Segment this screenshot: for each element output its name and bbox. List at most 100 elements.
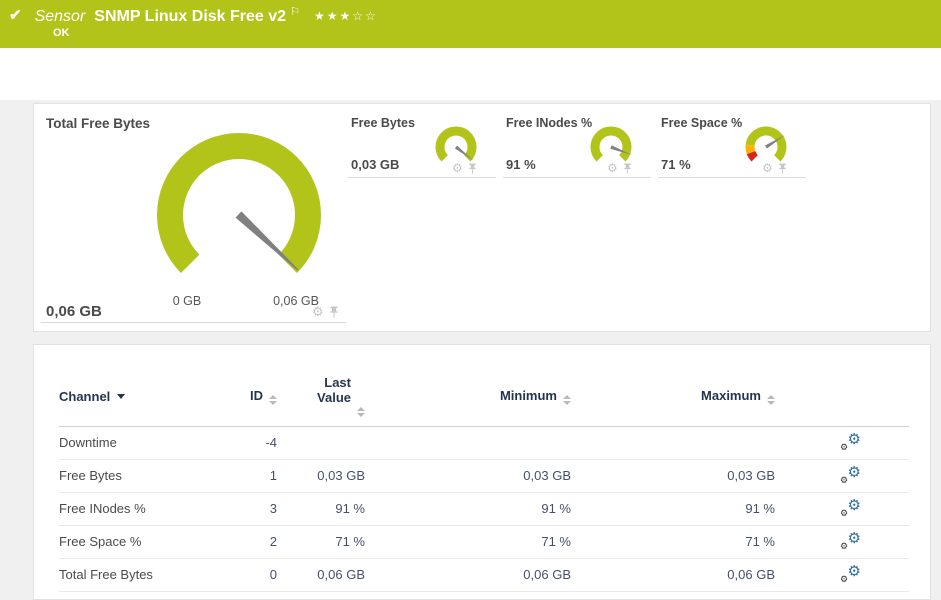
gauge-title: Free Bytes xyxy=(351,116,415,130)
gauge-settings-gear-icon[interactable]: ⚙ xyxy=(452,162,463,174)
edit-channel-icon[interactable]: ⚙ ⚙ xyxy=(840,463,861,485)
divider xyxy=(503,177,651,178)
edit-channel-icon[interactable]: ⚙ ⚙ xyxy=(840,562,861,584)
pin-icon[interactable] xyxy=(623,163,632,174)
column-header-channel[interactable]: Channel xyxy=(59,367,209,427)
column-header-channel-label: Channel xyxy=(59,388,111,404)
channel-id: 2 xyxy=(209,525,277,559)
primary-gauge[interactable] xyxy=(129,115,349,305)
prtg-sensor-page: ✔ Sensor SNMP Linux Disk Free v2 ⚐ ★★★☆☆… xyxy=(0,0,941,600)
stars-filled[interactable]: ★★★ xyxy=(314,9,352,23)
small-gear-icon: ⚙ xyxy=(840,507,849,518)
channel-last-value: 0,03 GB xyxy=(277,459,365,493)
gauge-panel-free-space: Free Space % 71 % ⚙ xyxy=(658,104,806,333)
stars-empty[interactable]: ☆☆ xyxy=(352,9,378,23)
edit-channel-icon[interactable]: ⚙ ⚙ xyxy=(840,430,861,452)
channel-table-card: Channel ID Last Value Minimum Maximum Do… xyxy=(33,344,931,600)
status-check-icon: ✔ xyxy=(9,7,22,24)
channel-id: 0 xyxy=(209,558,277,592)
gauge-value: 0,03 GB xyxy=(351,157,400,172)
gauge-title: Free INodes % xyxy=(506,116,593,130)
channel-last-value: 0,06 GB xyxy=(277,558,365,592)
small-gear-icon: ⚙ xyxy=(840,474,849,485)
big-gear-icon: ⚙ xyxy=(847,463,861,481)
pin-icon[interactable] xyxy=(329,306,339,318)
channel-name: Downtime xyxy=(59,426,209,460)
channel-maximum xyxy=(571,426,775,460)
channel-name: Free Space % xyxy=(59,525,209,559)
table-row: Downtime -4 ⚙ ⚙ xyxy=(59,426,909,460)
small-gear-icon: ⚙ xyxy=(840,441,849,452)
small-gear-icon: ⚙ xyxy=(840,540,849,551)
gauge-settings-gear-icon[interactable]: ⚙ xyxy=(607,162,618,174)
channel-name: Free Bytes xyxy=(59,459,209,493)
channel-maximum: 71 % xyxy=(571,525,775,559)
channel-maximum: 91 % xyxy=(571,492,775,526)
channel-minimum: 0,03 GB xyxy=(365,459,571,493)
table-header-row: Channel ID Last Value Minimum Maximum xyxy=(59,367,909,427)
edit-channel-icon[interactable]: ⚙ ⚙ xyxy=(840,529,861,551)
sort-caret-icon xyxy=(117,393,126,399)
sensor-kind-label: Sensor xyxy=(34,8,86,25)
channel-minimum xyxy=(365,426,571,460)
column-header-edit xyxy=(775,367,909,427)
channel-maximum: 0,06 GB xyxy=(571,558,775,592)
gauge-needle xyxy=(235,211,299,271)
channel-name: Total Free Bytes xyxy=(59,558,209,592)
tab-bar: Overview Live Data 2 days 30 days 365 da… xyxy=(0,48,941,139)
small-gear-icon: ⚙ xyxy=(840,573,849,584)
edit-channel-icon[interactable]: ⚙ ⚙ xyxy=(840,496,861,518)
gauge-panel-free-inodes: Free INodes % 91 % ⚙ xyxy=(503,104,651,333)
sort-arrows-icon xyxy=(269,394,277,405)
channel-id: 1 xyxy=(209,459,277,493)
divider xyxy=(658,177,806,178)
column-header-maximum-label: Maximum xyxy=(701,387,761,403)
pin-icon[interactable] xyxy=(778,163,787,174)
table-row: Free INodes % 3 91 % 91 % 91 % ⚙ ⚙ xyxy=(59,492,909,526)
priority-stars[interactable]: ★★★☆☆ xyxy=(314,9,378,23)
gauge-value: 71 % xyxy=(661,157,691,172)
sort-arrows-icon xyxy=(563,394,571,405)
channel-last-value xyxy=(277,426,365,460)
big-gear-icon: ⚙ xyxy=(847,496,861,514)
sensor-title: SNMP Linux Disk Free v2 xyxy=(94,8,287,25)
divider xyxy=(41,322,346,323)
channel-minimum: 91 % xyxy=(365,492,571,526)
big-gear-icon: ⚙ xyxy=(847,529,861,547)
channel-id: -4 xyxy=(209,426,277,460)
primary-gauge-value: 0,06 GB xyxy=(46,303,102,320)
column-header-id[interactable]: ID xyxy=(209,367,277,427)
big-gear-icon: ⚙ xyxy=(847,430,861,448)
column-header-id-label: ID xyxy=(250,387,263,403)
gauges-card: Total Free Bytes 0 GB 0,06 GB 0,06 GB ⚙ … xyxy=(33,103,931,332)
channel-minimum: 71 % xyxy=(365,525,571,559)
gauge-value: 91 % xyxy=(506,157,536,172)
channel-last-value: 91 % xyxy=(277,492,365,526)
sensor-header: ✔ Sensor SNMP Linux Disk Free v2 ⚐ ★★★☆☆… xyxy=(0,0,941,48)
gauge-settings-gear-icon[interactable]: ⚙ xyxy=(312,305,324,318)
gauge-panel-free-bytes: Free Bytes 0,03 GB ⚙ xyxy=(348,104,496,333)
channel-minimum: 0,06 GB xyxy=(365,558,571,592)
sensor-status-badge: OK xyxy=(53,27,70,39)
divider xyxy=(348,177,496,178)
channel-name: Free INodes % xyxy=(59,492,209,526)
sort-arrows-icon xyxy=(767,394,775,405)
channel-maximum: 0,03 GB xyxy=(571,459,775,493)
column-header-minimum[interactable]: Minimum xyxy=(365,367,571,427)
gauge-title: Free Space % xyxy=(661,116,743,130)
channel-last-value: 71 % xyxy=(277,525,365,559)
pin-icon[interactable] xyxy=(468,163,477,174)
table-row: Free Space % 2 71 % 71 % 71 % ⚙ ⚙ xyxy=(59,525,909,559)
flag-icon[interactable]: ⚐ xyxy=(290,5,300,18)
sort-arrows-icon xyxy=(357,407,365,418)
column-header-maximum[interactable]: Maximum xyxy=(571,367,775,427)
table-row: Total Free Bytes 0 0,06 GB 0,06 GB 0,06 … xyxy=(59,558,909,592)
column-header-minimum-label: Minimum xyxy=(499,387,557,403)
gauge-settings-gear-icon[interactable]: ⚙ xyxy=(762,162,773,174)
column-header-last-value[interactable]: Last Value xyxy=(277,367,365,427)
column-header-last-value-label: Last Value xyxy=(317,375,351,406)
big-gear-icon: ⚙ xyxy=(847,562,861,580)
channel-table: Channel ID Last Value Minimum Maximum Do… xyxy=(59,367,909,592)
primary-gauge-scale-min: 0 GB xyxy=(172,294,202,308)
channel-id: 3 xyxy=(209,492,277,526)
